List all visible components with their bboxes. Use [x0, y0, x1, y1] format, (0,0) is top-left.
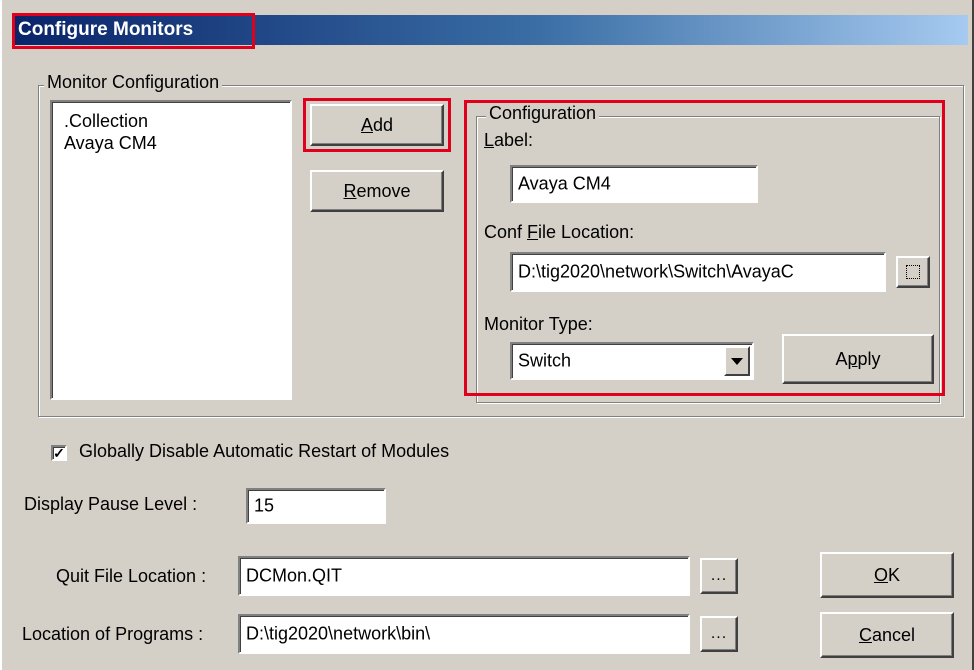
- quit-file-location-label: Quit File Location :: [56, 566, 207, 586]
- programs-location-value: D:\tig2020\network\bin\: [246, 623, 431, 644]
- configure-monitors-window: Configure Monitors Monitor Configuration…: [0, 0, 974, 670]
- window-title: Configure Monitors: [18, 19, 194, 40]
- monitor-type-dropdown-button[interactable]: [724, 346, 750, 376]
- apply-button-label: Apply: [835, 348, 881, 369]
- browse-icon: [906, 265, 920, 279]
- ellipsis-icon: ...: [710, 567, 728, 584]
- list-item[interactable]: .Collection: [64, 110, 148, 132]
- quit-file-location-value: DCMon.QIT: [246, 565, 343, 586]
- ok-button-label: OK: [873, 564, 901, 585]
- conf-file-location-label: Conf File Location:: [484, 222, 635, 242]
- remove-button-label: Remove: [343, 180, 411, 201]
- quit-file-location-input[interactable]: DCMon.QIT: [238, 556, 690, 596]
- disable-restart-label: Globally Disable Automatic Restart of Mo…: [79, 441, 450, 461]
- add-button-label: Add: [360, 114, 394, 135]
- ok-button[interactable]: OK: [820, 552, 954, 598]
- conf-file-location-input[interactable]: D:\tig2020\network\Switch\AvayaC: [510, 252, 886, 292]
- quit-file-browse-button[interactable]: ...: [700, 558, 738, 594]
- monitor-configuration-legend: Monitor Configuration: [44, 72, 223, 93]
- check-icon: ✓: [53, 445, 65, 461]
- monitor-type-value: Switch: [518, 350, 572, 371]
- chevron-down-icon: [731, 357, 743, 365]
- list-item[interactable]: Avaya CM4: [64, 132, 157, 154]
- cancel-button[interactable]: Cancel: [820, 612, 954, 658]
- disable-restart-checkbox[interactable]: ✓: [51, 445, 67, 461]
- monitor-type-label: Monitor Type:: [484, 314, 593, 334]
- programs-location-label: Location of Programs :: [22, 624, 204, 644]
- ellipsis-icon: ...: [710, 625, 728, 642]
- apply-button[interactable]: Apply: [782, 334, 934, 384]
- monitor-list[interactable]: .Collection Avaya CM4: [50, 100, 292, 400]
- label-field-label: Label:: [484, 130, 534, 150]
- label-input[interactable]: Avaya CM4: [510, 165, 758, 203]
- label-input-value: Avaya CM4: [518, 173, 611, 194]
- conf-file-browse-button[interactable]: [896, 256, 930, 288]
- configuration-legend: Configuration: [486, 103, 600, 124]
- pause-level-value: 15: [254, 495, 275, 516]
- monitor-type-select[interactable]: Switch: [510, 342, 754, 380]
- programs-location-input[interactable]: D:\tig2020\network\bin\: [238, 614, 690, 654]
- cancel-button-label: Cancel: [858, 624, 916, 645]
- conf-file-location-value: D:\tig2020\network\Switch\AvayaC: [518, 261, 794, 282]
- pause-level-label: Display Pause Level :: [24, 494, 198, 514]
- remove-button[interactable]: Remove: [310, 170, 444, 212]
- title-bar[interactable]: Configure Monitors: [14, 15, 968, 45]
- add-button[interactable]: Add: [310, 104, 444, 146]
- pause-level-input[interactable]: 15: [246, 488, 386, 524]
- programs-browse-button[interactable]: ...: [700, 616, 738, 652]
